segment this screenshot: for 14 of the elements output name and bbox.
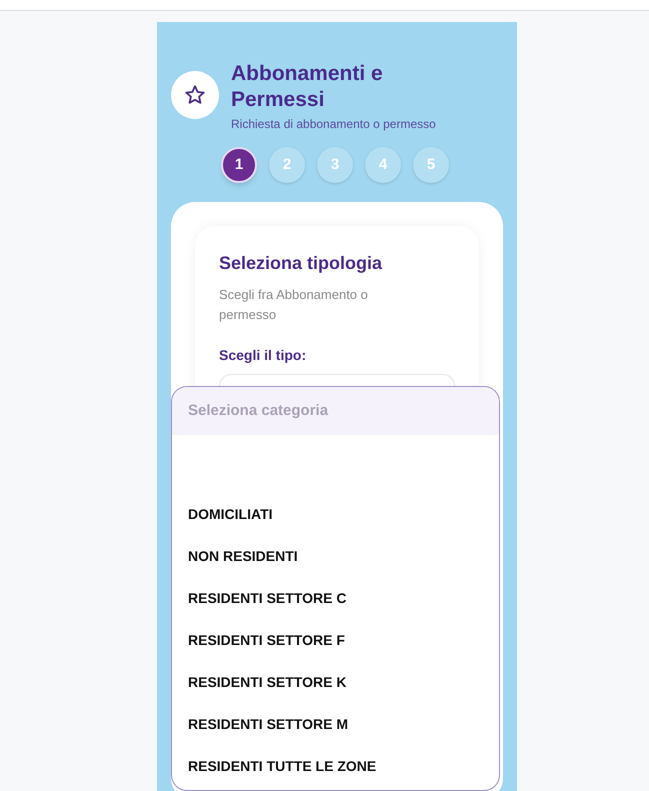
dropdown-option[interactable]: RESIDENTI SETTORE M xyxy=(172,703,499,745)
dropdown-option[interactable]: RESIDENTI SETTORE C xyxy=(172,577,499,619)
dropdown-option[interactable]: DOMICILIATI xyxy=(172,493,499,535)
page-subtitle: Richiesta di abbonamento o permesso xyxy=(231,116,436,133)
card-title: Seleziona tipologia xyxy=(219,252,384,275)
dropdown-option[interactable]: RESIDENTI SETTORE F xyxy=(172,619,499,661)
dropdown-option[interactable]: RESIDENTI SETTORE K xyxy=(172,661,499,703)
card-description: Scegli fra Abbonamento o permesso xyxy=(219,286,369,324)
star-icon xyxy=(184,84,206,106)
step-indicator[interactable]: 1 xyxy=(221,147,257,183)
page-title: Abbonamenti e Permessi xyxy=(231,61,384,113)
dropdown-option[interactable]: RESIDENTI TUTTE LE ZONE xyxy=(172,745,499,787)
dropdown-option[interactable]: NON RESIDENTI xyxy=(172,535,499,577)
field-label: Scegli il tipo: xyxy=(219,346,308,365)
